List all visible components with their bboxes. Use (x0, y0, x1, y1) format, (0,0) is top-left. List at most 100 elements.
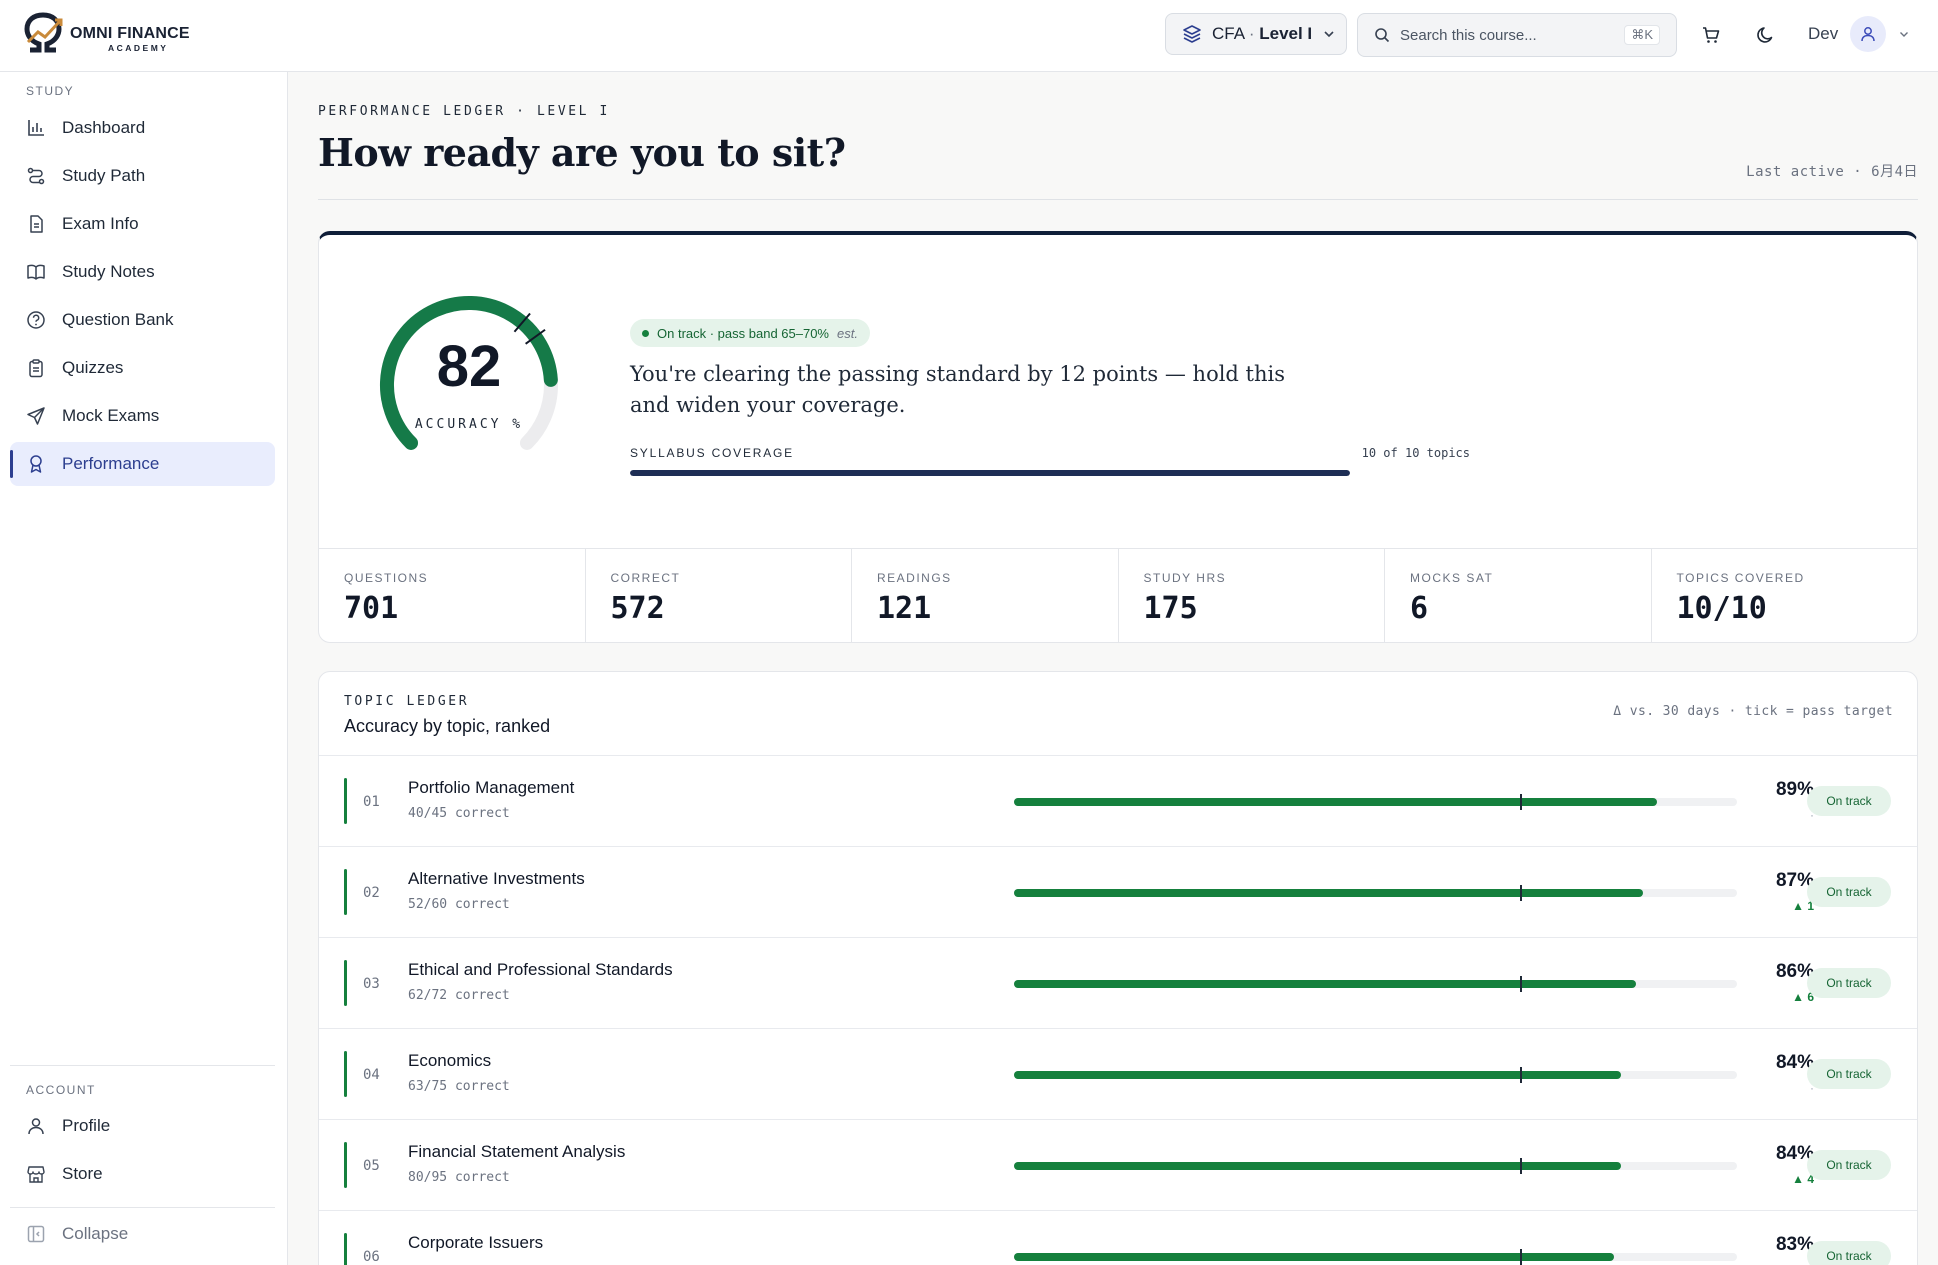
sidebar-item-profile[interactable]: Profile (10, 1104, 275, 1148)
table-row[interactable]: 06 Corporate Issuers 83% On track (319, 1210, 1917, 1265)
table-row[interactable]: 05 Financial Statement Analysis 80/95 corr… (319, 1119, 1917, 1210)
pass-target-tick (1520, 976, 1523, 992)
row-delta: · (1810, 808, 1814, 822)
title-divider (318, 199, 1918, 200)
sidebar-item-store[interactable]: Store (10, 1152, 275, 1196)
award-icon (30, 455, 42, 473)
accuracy-bar-fill (1014, 889, 1643, 897)
status-badge: On track (1807, 968, 1891, 998)
stat-value: 10/10 (1676, 591, 1767, 626)
row-delta: ▲ 1 (1792, 899, 1814, 913)
accuracy-bar-fill (1014, 1253, 1615, 1261)
cart-button[interactable] (1696, 20, 1726, 50)
row-correct-count: 40/45 correct (408, 806, 510, 821)
sidebar-item-study-path[interactable]: Study Path (10, 154, 275, 198)
accuracy-value: 82 (436, 334, 502, 399)
pass-target-tick (1520, 1067, 1523, 1083)
stat-label: READINGS (877, 571, 952, 585)
accuracy-gauge: 82 ACCURACY % (359, 275, 579, 475)
chevron-down-icon (1900, 32, 1909, 37)
theme-toggle-button[interactable] (1751, 20, 1781, 50)
layers-icon (1183, 25, 1201, 43)
row-rank: 01 (363, 794, 380, 810)
stat-questions: QUESTIONS 701 (319, 549, 586, 643)
pass-target-tick (1520, 794, 1523, 810)
search-icon (1375, 28, 1390, 43)
table-row[interactable]: 01 Portfolio Management 40/45 correct 89% · O… (319, 755, 1917, 846)
row-topic-name: Alternative Investments (408, 869, 585, 888)
row-accuracy: 86% (1775, 961, 1814, 982)
sidebar-item-dashboard[interactable]: Dashboard (10, 106, 275, 150)
row-topic-name: Financial Statement Analysis (408, 1142, 626, 1161)
accuracy-bar-track (1014, 1158, 1737, 1174)
page-title: How ready are you to sit? (318, 130, 846, 175)
accuracy-bar-track (1014, 1249, 1737, 1265)
stats-row: QUESTIONS 701 CORRECT 572 READINGS 121 STUD… (319, 548, 1917, 643)
stat-label: CORRECT (610, 571, 681, 585)
sidebar-item-quizzes[interactable]: Quizzes (10, 346, 275, 390)
search-shortcut: ⌘K (1624, 25, 1660, 45)
clipboard-icon (29, 359, 43, 378)
ledger-title: Accuracy by topic, ranked (344, 716, 551, 736)
table-row[interactable]: 03 Ethical and Professional Standards 62/7… (319, 937, 1917, 1028)
table-row[interactable]: 02 Alternative Investments 52/60 correct 87… (319, 846, 1917, 937)
course-selector[interactable]: CFA · Level I (1165, 13, 1347, 55)
logo-subtitle: ACADEMY (108, 43, 169, 53)
accuracy-bar-fill (1014, 1162, 1622, 1170)
row-accuracy: 87% (1775, 870, 1814, 891)
row-accuracy: 84% (1775, 1143, 1814, 1164)
sidebar-item-label: Study Path (62, 166, 146, 185)
table-row[interactable]: 04 Economics 63/75 correct 84% · On track (319, 1028, 1917, 1119)
row-accent (344, 778, 347, 824)
moon-icon (1757, 27, 1773, 43)
pass-target-tick (1520, 885, 1523, 901)
last-active: Last active · 6月4日 (1746, 164, 1918, 180)
sidebar-item-mock-exams[interactable]: Mock Exams (10, 394, 275, 438)
readiness-card: 82 ACCURACY % On track · pass band 65–70… (318, 231, 1918, 643)
accuracy-bar-fill (1014, 798, 1658, 806)
status-text: On track · pass band 65–70% (657, 325, 829, 341)
send-icon (27, 407, 45, 425)
user-menu[interactable]: Dev (1808, 16, 1910, 52)
accuracy-bar-track (1014, 794, 1737, 810)
course-level: Level I (1259, 24, 1313, 43)
row-accent (344, 1142, 347, 1188)
sidebar-item-exam-info[interactable]: Exam Info (10, 202, 275, 246)
sidebar-item-question-bank[interactable]: Question Bank (10, 298, 275, 342)
stat-study-hours: STUDY HRS 175 (1119, 549, 1385, 643)
sidebar-item-study-notes[interactable]: Study Notes (10, 250, 275, 294)
row-accent (344, 960, 347, 1006)
course-separator: · (1244, 24, 1260, 43)
status-badge: On track (1807, 1241, 1891, 1265)
pass-target-tick (1520, 1158, 1523, 1174)
row-correct-count: 63/75 correct (408, 1079, 510, 1094)
book-icon (27, 264, 45, 280)
accuracy-bar-fill (1014, 980, 1636, 988)
readiness-message: You're clearing the passing standard by … (630, 362, 1285, 417)
accuracy-bar-track (1014, 976, 1737, 992)
top-bar: OMNI FINANCE ACADEMY CFA · Level I ⌘K De… (0, 0, 1938, 72)
status-badge: On track · pass band 65–70% est. (630, 319, 870, 347)
row-correct-count: 52/60 correct (408, 897, 510, 912)
logo[interactable]: OMNI FINANCE ACADEMY (22, 12, 202, 60)
sidebar-divider (10, 1207, 275, 1208)
avatar (1850, 16, 1887, 52)
search-box[interactable]: ⌘K (1357, 13, 1677, 57)
sidebar-item-performance[interactable]: Performance (10, 442, 275, 486)
stat-label: STUDY HRS (1143, 571, 1227, 585)
row-accuracy: 89% (1775, 779, 1814, 800)
sidebar-item-label: Study Notes (62, 262, 155, 281)
search-input[interactable] (1400, 26, 1615, 44)
row-delta: ▲ 6 (1792, 990, 1814, 1004)
row-accent (344, 1051, 347, 1097)
sidebar-item-label: Question Bank (62, 310, 174, 329)
ledger-eyebrow: TOPIC LEDGER (344, 694, 470, 709)
collapse-button[interactable]: Collapse (26, 1224, 128, 1244)
pass-target-tick (1520, 1249, 1523, 1265)
sidebar-collapse-icon (27, 1225, 45, 1243)
row-correct-count: 62/72 correct (408, 988, 510, 1003)
coverage-label: SYLLABUS COVERAGE (630, 446, 794, 460)
stat-topics-covered: TOPICS COVERED 10/10 (1652, 549, 1918, 643)
ledger-note: Δ vs. 30 days · tick = pass target (1613, 704, 1893, 719)
accuracy-bar-fill (1014, 1071, 1622, 1079)
